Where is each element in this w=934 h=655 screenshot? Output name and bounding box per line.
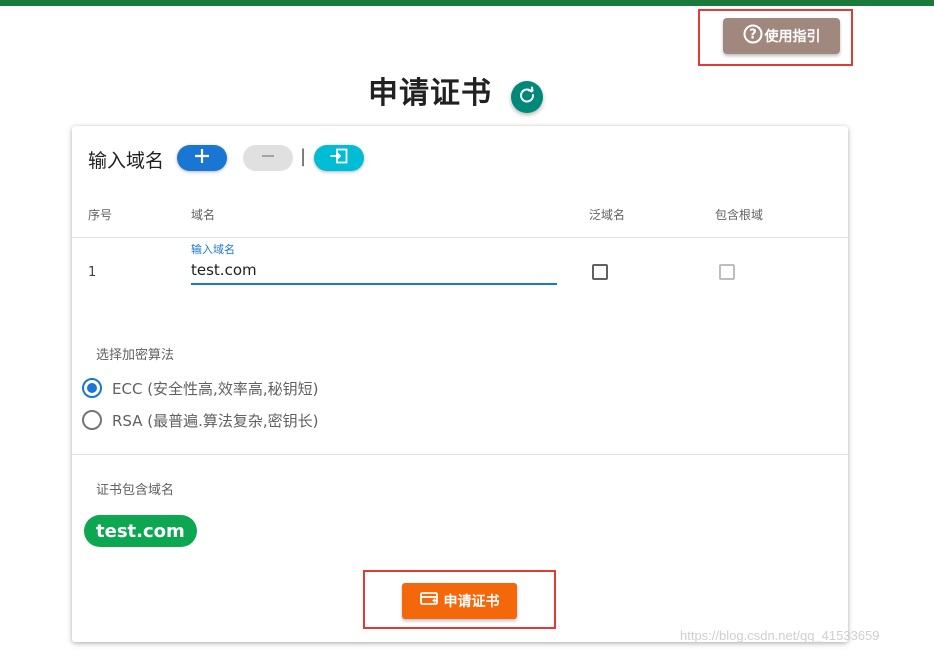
apply-certificate-button[interactable]: 申请证书 bbox=[402, 583, 517, 619]
add-domain-button[interactable] bbox=[177, 145, 227, 171]
help-circle-icon: ? bbox=[743, 24, 763, 48]
column-header-include-root: 包含根域 bbox=[715, 208, 764, 222]
top-accent-bar bbox=[0, 0, 934, 6]
page-title: 申请证书 bbox=[368, 76, 492, 111]
domain-chip: test.com bbox=[84, 515, 197, 547]
radio-ecc-label[interactable]: ECC (安全性高,效率高,秘钥短) bbox=[112, 378, 318, 399]
table-header-divider bbox=[72, 237, 848, 238]
minus-icon bbox=[260, 148, 276, 168]
column-header-wildcard: 泛域名 bbox=[589, 208, 626, 222]
row-index: 1 bbox=[88, 265, 97, 280]
apply-certificate-label: 申请证书 bbox=[443, 594, 500, 610]
toolbar-separator: | bbox=[300, 146, 307, 167]
import-icon bbox=[330, 148, 348, 168]
encryption-label: 选择加密算法 bbox=[96, 348, 175, 363]
plus-icon bbox=[194, 148, 210, 168]
refresh-button[interactable] bbox=[511, 81, 543, 113]
radio-rsa-label[interactable]: RSA (最普遍.算法复杂,密钥长) bbox=[112, 410, 319, 431]
usage-guide-button[interactable]: ? 使用指引 bbox=[723, 18, 840, 54]
cert-domains-label: 证书包含域名 bbox=[96, 483, 175, 498]
refresh-icon bbox=[518, 86, 536, 108]
radio-rsa[interactable] bbox=[82, 410, 102, 430]
section-divider bbox=[72, 454, 848, 455]
radio-ecc[interactable] bbox=[82, 378, 102, 398]
domain-section-title: 输入域名 bbox=[88, 150, 165, 172]
remove-domain-button[interactable] bbox=[243, 145, 293, 171]
watermark: https://blog.csdn.net/qq_41533659 bbox=[680, 628, 880, 643]
import-domains-button[interactable] bbox=[314, 145, 364, 171]
domain-field-label: 输入域名 bbox=[191, 243, 235, 256]
domain-input[interactable] bbox=[191, 257, 557, 285]
column-header-index: 序号 bbox=[88, 208, 113, 222]
column-header-domain: 域名 bbox=[191, 208, 216, 222]
svg-text:?: ? bbox=[749, 28, 757, 43]
wildcard-checkbox[interactable] bbox=[592, 264, 608, 280]
include-root-checkbox[interactable] bbox=[719, 264, 735, 280]
certificate-icon bbox=[419, 591, 438, 611]
certificate-card: 输入域名 | 序号 域名 泛域名 包含根域 1 输入域名 选择加密算法 ECC … bbox=[72, 126, 848, 642]
usage-guide-label: 使用指引 bbox=[764, 29, 821, 45]
